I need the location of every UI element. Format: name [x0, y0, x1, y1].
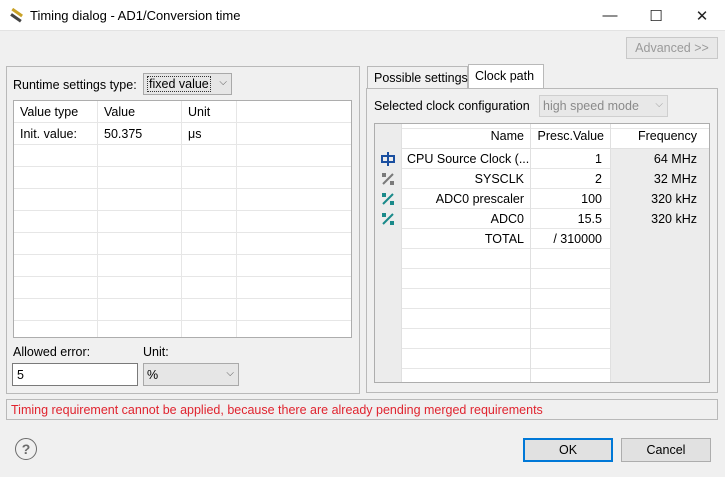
column-header: Value type	[14, 101, 98, 123]
title-bar: Timing dialog - AD1/Conversion time — ☐ …	[0, 0, 725, 31]
frequency-cell: 320 kHz	[651, 212, 697, 226]
clock-config-label: Selected clock configuration	[374, 99, 530, 113]
advanced-button[interactable]: Advanced >>	[626, 37, 718, 59]
runtime-settings-value: fixed value	[147, 76, 211, 92]
column-header: Presc.Value	[530, 124, 610, 149]
clock-name-cell: ADC0	[490, 212, 524, 226]
table-empty-rows	[14, 145, 351, 337]
clock-name-cell: CPU Source Clock (...	[407, 152, 530, 166]
column-header: Frequency	[610, 124, 709, 149]
tab-clock-path[interactable]: Clock path	[468, 64, 544, 88]
unit-cell: μs	[182, 123, 237, 145]
presc-cell: / 310000	[553, 232, 602, 246]
minimize-button[interactable]: —	[587, 0, 633, 31]
chevron-down-icon: ⌵	[655, 99, 663, 110]
runtime-settings-select[interactable]: fixed value ⌵	[143, 73, 232, 95]
column-header: Unit	[182, 101, 237, 123]
error-message-bar: Timing requirement cannot be applied, be…	[6, 399, 718, 420]
divider-teal-icon	[382, 213, 394, 225]
divider-gray-icon	[382, 173, 394, 185]
cancel-button[interactable]: Cancel	[621, 438, 711, 462]
runtime-settings-label: Runtime settings type:	[13, 78, 137, 92]
column-header: Name	[401, 124, 530, 149]
error-message: Timing requirement cannot be applied, be…	[11, 403, 543, 417]
ok-button[interactable]: OK	[523, 438, 613, 462]
close-button[interactable]: ✕	[679, 0, 725, 31]
value-type-cell: Init. value:	[14, 123, 98, 145]
value-cell: 50.375	[98, 123, 182, 145]
maximize-button[interactable]: ☐	[633, 0, 679, 31]
window-title: Timing dialog - AD1/Conversion time	[30, 8, 241, 23]
clock-name-cell: TOTAL	[484, 232, 524, 246]
clock-config-value: high speed mode	[543, 99, 639, 113]
clock-source-icon	[381, 152, 395, 166]
column-header: Value	[98, 101, 182, 123]
frequency-cell: 320 kHz	[651, 192, 697, 206]
chevron-down-icon: ⌵	[219, 77, 227, 88]
clock-name-cell: SYSCLK	[474, 172, 524, 186]
frequency-cell: 32 MHz	[653, 172, 697, 186]
column-header-empty	[237, 101, 351, 123]
allowed-error-value: 5	[17, 368, 24, 382]
frequency-cell: 64 MHz	[653, 152, 697, 166]
clock-config-select[interactable]: high speed mode ⌵	[539, 95, 668, 117]
chevron-down-icon: ⌵	[226, 368, 234, 379]
table-header: Value type Value Unit	[14, 101, 351, 123]
divider-teal-icon	[382, 193, 394, 205]
empty-cell	[237, 123, 351, 145]
tab-possible-settings[interactable]: Possible settings	[367, 66, 468, 88]
app-icon	[10, 8, 23, 23]
help-icon[interactable]: ?	[15, 438, 37, 460]
presc-cell: 100	[581, 192, 602, 206]
clock-path-table: Name Presc.Value Frequency CPU Source Cl…	[374, 123, 710, 383]
allowed-error-label: Allowed error:	[13, 345, 91, 359]
allowed-error-input[interactable]: 5	[12, 363, 138, 386]
presc-cell: 15.5	[577, 212, 602, 226]
unit-label: Unit:	[143, 345, 169, 359]
unit-select-value: %	[147, 368, 159, 382]
clock-name-cell: ADC0 prescaler	[435, 192, 524, 206]
runtime-values-table: Value type Value Unit Init. value: 50.37…	[13, 100, 352, 338]
table-row[interactable]: Init. value: 50.375 μs	[14, 123, 351, 145]
presc-cell: 1	[595, 152, 602, 166]
presc-cell: 2	[595, 172, 602, 186]
unit-select[interactable]: % ⌵	[143, 363, 239, 386]
